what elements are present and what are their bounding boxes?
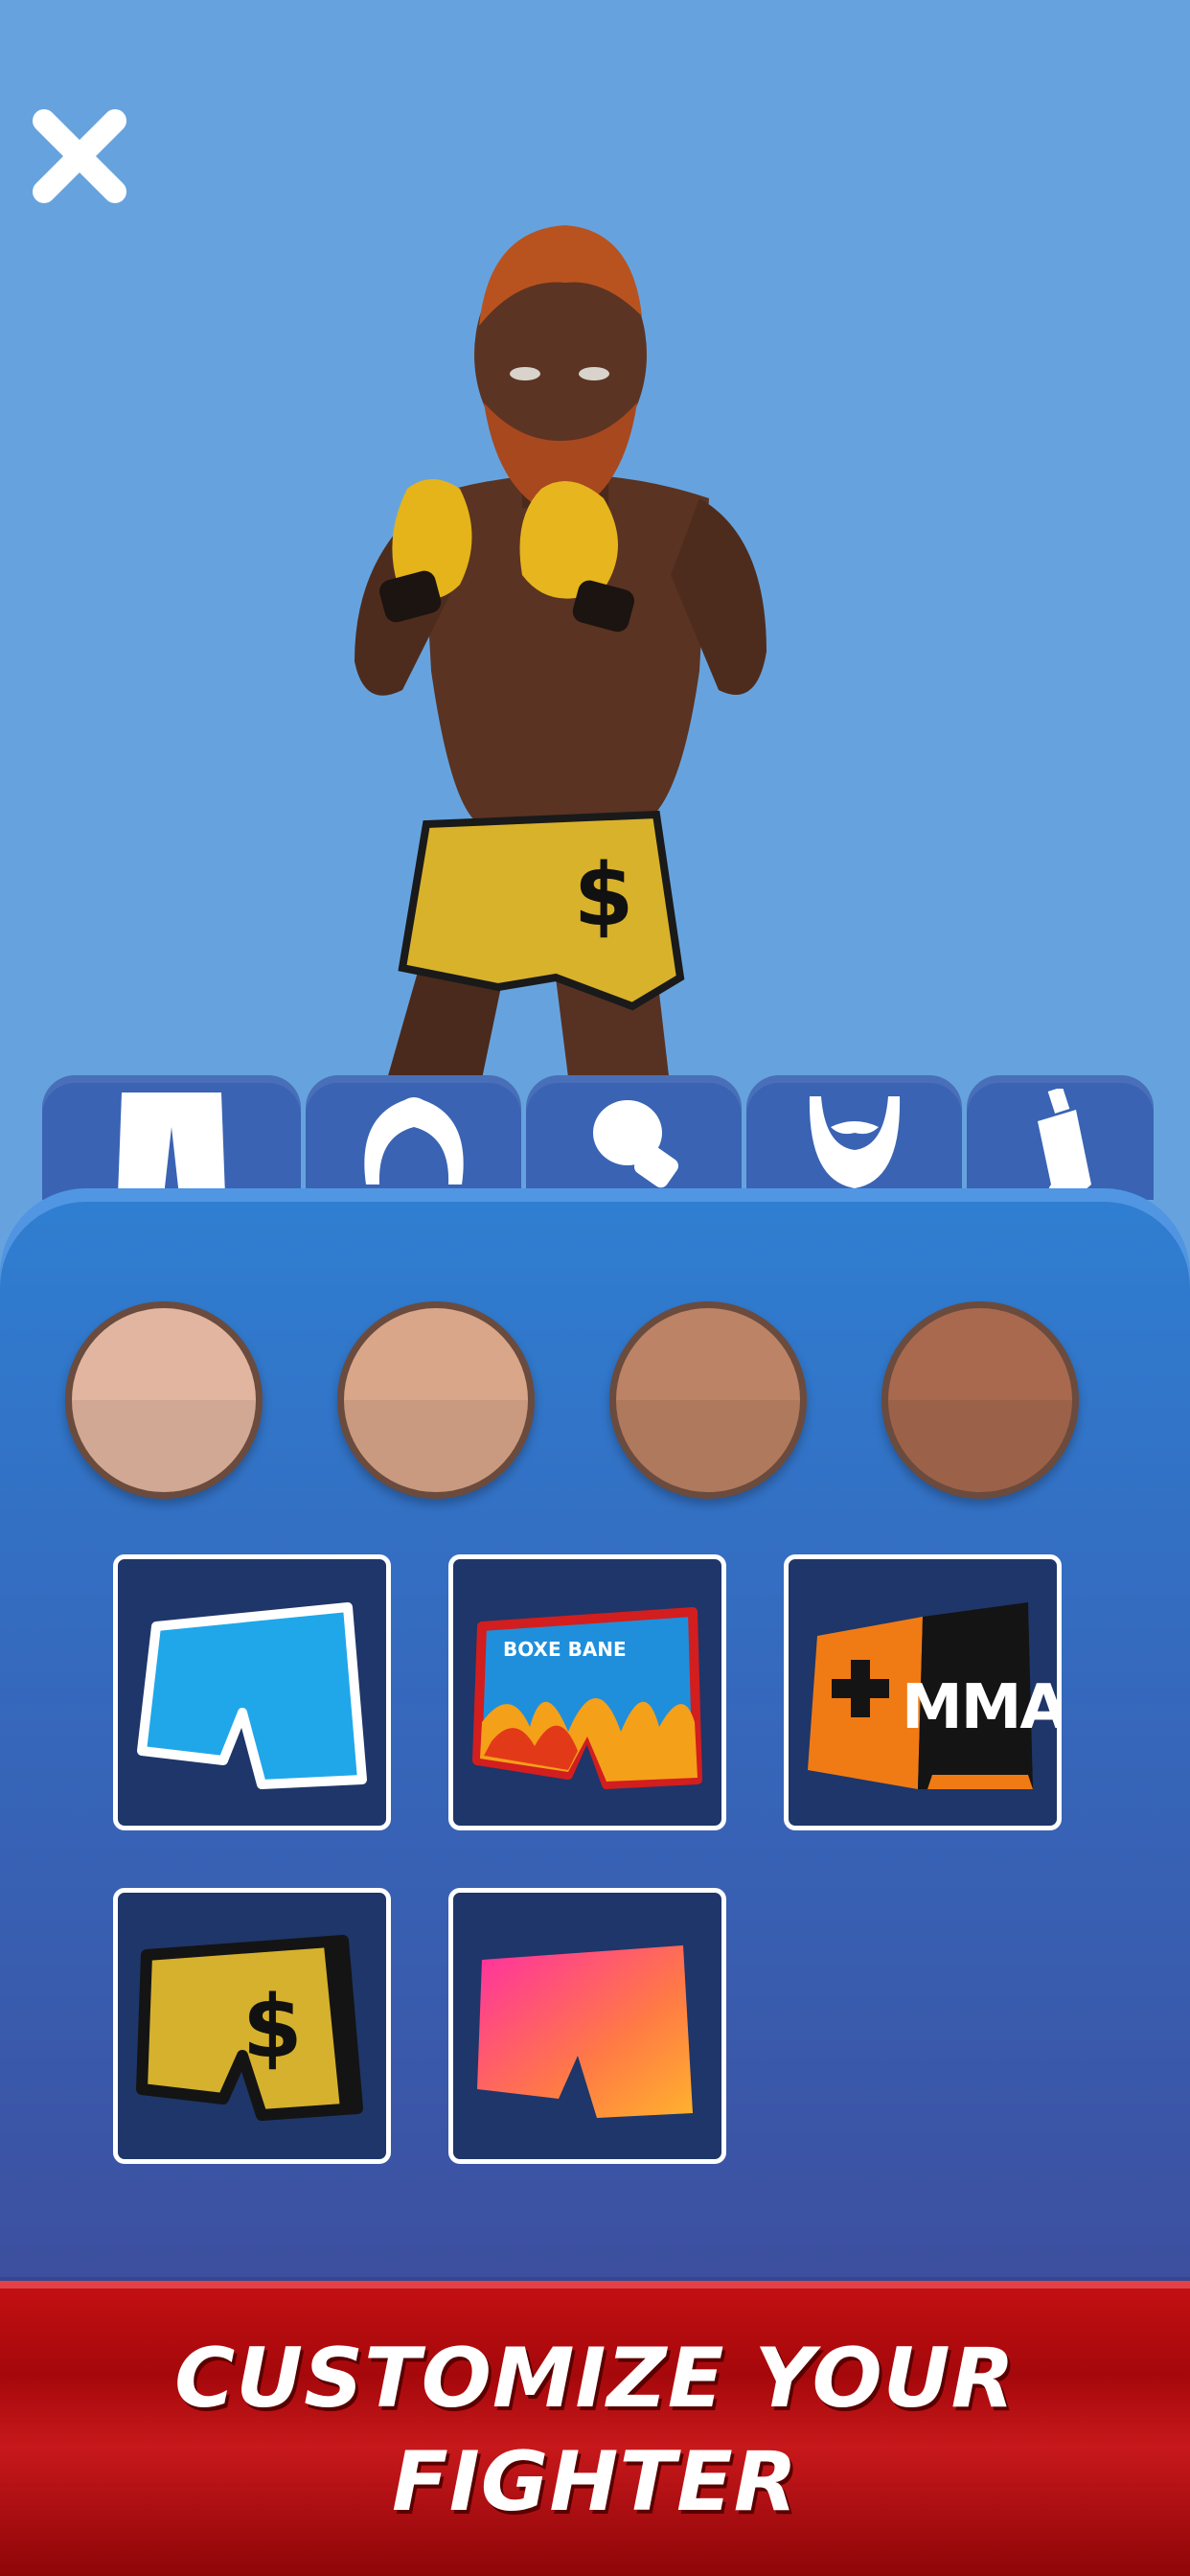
- tab-accessories[interactable]: [967, 1075, 1154, 1200]
- glove-icon: [592, 1100, 678, 1188]
- close-icon: [33, 109, 126, 203]
- tab-gloves[interactable]: [526, 1075, 742, 1200]
- shorts-option-mma[interactable]: MMA: [784, 1554, 1062, 1830]
- skin-tone-swatch-1[interactable]: [65, 1301, 263, 1499]
- tab-beard[interactable]: [746, 1075, 962, 1200]
- flame-shorts-label: BOXE BANE: [503, 1638, 627, 1661]
- skin-tone-swatch-2[interactable]: [337, 1301, 535, 1499]
- banner-line-1: CUSTOMIZE YOUR: [174, 2331, 1016, 2426]
- skin-tone-swatch-4[interactable]: [881, 1301, 1079, 1499]
- pink-shorts-image: [477, 1945, 693, 2118]
- shorts-option-gold[interactable]: $: [113, 1888, 391, 2164]
- promo-banner: CUSTOMIZE YOUR FIGHTER: [0, 2281, 1190, 2576]
- mma-shorts-label: MMA: [902, 1672, 1062, 1743]
- shorts-option-flame[interactable]: BOXE BANE: [448, 1554, 726, 1830]
- beard-icon: [809, 1096, 900, 1188]
- shorts-icon: [118, 1092, 225, 1196]
- banner-text: CUSTOMIZE YOUR FIGHTER: [0, 2327, 1190, 2534]
- blue-shorts-image: [137, 1602, 367, 1789]
- category-tab-bar: [42, 1075, 1154, 1205]
- tab-hair[interactable]: [306, 1075, 521, 1200]
- fighter-character: $: [316, 211, 814, 1092]
- shorts-option-pink[interactable]: [448, 1888, 726, 2164]
- flame-shorts-image: [472, 1607, 702, 1789]
- banner-line-2: FIGHTER: [392, 2434, 798, 2530]
- tab-shorts[interactable]: [42, 1075, 301, 1200]
- fighter-shorts-label: $: [574, 845, 634, 946]
- close-button[interactable]: [27, 104, 132, 209]
- skin-tone-swatch-3[interactable]: [609, 1301, 807, 1499]
- hair-icon: [363, 1097, 464, 1184]
- bottle-icon: [1037, 1089, 1091, 1196]
- shorts-option-blue[interactable]: [113, 1554, 391, 1830]
- gold-shorts-label: $: [242, 1977, 303, 2078]
